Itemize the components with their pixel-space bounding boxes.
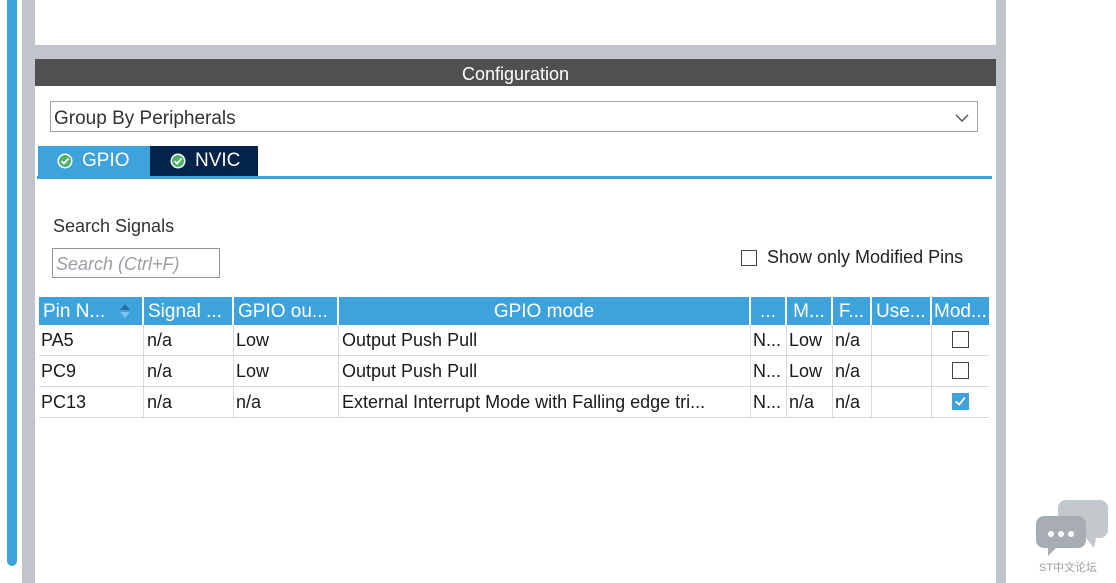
tab-nvic[interactable]: NVIC	[150, 146, 258, 176]
configuration-title: Configuration	[461, 64, 570, 84]
cell-gpio-mode: External Interrupt Mode with Falling edg…	[339, 387, 751, 417]
panel-divider-right	[996, 0, 1006, 583]
tab-nvic-label: NVIC	[195, 150, 241, 171]
column-header-max-speed[interactable]: M...	[787, 297, 833, 325]
cell-user-label	[872, 387, 932, 417]
cell-pin-name: PC13	[39, 387, 144, 417]
column-header-pull[interactable]: ...	[751, 297, 787, 325]
cell-fast-mode: n/a	[833, 387, 872, 417]
cell-gpio-output: n/a	[234, 387, 339, 417]
configuration-panel: Group By Peripherals GPIO NVIC Search Si…	[35, 86, 996, 583]
column-header-label: GPIO mode	[493, 301, 595, 322]
cell-pull: N...	[751, 356, 787, 386]
column-header-gpio-output[interactable]: GPIO ou...	[234, 297, 339, 325]
checkmark-icon	[955, 396, 966, 406]
cell-fast-mode: n/a	[833, 356, 872, 386]
cell-pull: N...	[751, 325, 787, 355]
search-input[interactable]: Search (Ctrl+F)	[52, 248, 220, 278]
cell-pin-name: PA5	[39, 325, 144, 355]
upper-panel	[35, 0, 996, 45]
tab-gpio-label: GPIO	[82, 150, 130, 171]
scrollbar-thumb[interactable]	[7, 0, 17, 566]
table-row[interactable]: PC9 n/a Low Output Push Pull N... Low n/…	[39, 356, 989, 387]
cell-max-speed: n/a	[787, 387, 833, 417]
column-header-label: Mod...	[934, 301, 987, 322]
tab-gpio[interactable]: GPIO	[38, 146, 150, 176]
check-circle-icon	[57, 153, 73, 169]
search-placeholder: Search (Ctrl+F)	[56, 254, 180, 274]
column-header-modified[interactable]: Mod...	[932, 297, 989, 325]
column-header-gpio-mode[interactable]: GPIO mode	[339, 297, 751, 325]
column-header-label: F...	[838, 301, 865, 322]
modified-checkbox[interactable]	[952, 331, 969, 348]
cell-user-label	[872, 325, 932, 355]
cell-signal: n/a	[144, 356, 234, 386]
modified-checkbox[interactable]	[952, 362, 969, 379]
chevron-down-icon	[955, 114, 969, 123]
table-row[interactable]: PA5 n/a Low Output Push Pull N... Low n/…	[39, 325, 989, 356]
cell-fast-mode: n/a	[833, 325, 872, 355]
cell-gpio-mode: Output Push Pull	[339, 325, 751, 355]
sort-icon	[120, 304, 130, 318]
table-row[interactable]: PC13 n/a n/a External Interrupt Mode wit…	[39, 387, 989, 418]
configuration-header: Configuration	[35, 59, 996, 86]
show-modified-checkbox[interactable]	[741, 250, 757, 266]
panel-divider	[22, 0, 35, 583]
cell-modified	[932, 356, 989, 386]
group-by-value: Group By Peripherals	[54, 108, 236, 129]
cell-gpio-mode: Output Push Pull	[339, 356, 751, 386]
cell-user-label	[872, 356, 932, 386]
cell-signal: n/a	[144, 387, 234, 417]
cell-pull: N...	[751, 387, 787, 417]
group-by-dropdown[interactable]: Group By Peripherals	[50, 101, 978, 132]
cell-gpio-output: Low	[234, 356, 339, 386]
cell-modified	[932, 325, 989, 355]
cell-modified	[932, 387, 989, 417]
check-circle-icon	[170, 153, 186, 169]
column-header-signal[interactable]: Signal ...	[144, 297, 234, 325]
show-modified-label: Show only Modified Pins	[767, 247, 964, 267]
column-header-user-label[interactable]: Use...	[872, 297, 932, 325]
cell-pin-name: PC9	[39, 356, 144, 386]
table-header: Pin N... Signal ... GPIO ou... GPIO mode…	[39, 297, 989, 325]
chat-bubbles-icon	[1036, 500, 1108, 556]
column-header-label: GPIO ou...	[238, 301, 328, 322]
column-header-fast-mode[interactable]: F...	[833, 297, 872, 325]
left-scrollbar[interactable]	[0, 0, 22, 583]
column-header-label: Use...	[876, 301, 926, 322]
cell-gpio-output: Low	[234, 325, 339, 355]
column-header-label: ...	[760, 301, 776, 322]
pin-table: Pin N... Signal ... GPIO ou... GPIO mode…	[39, 297, 989, 418]
modified-checkbox[interactable]	[952, 393, 969, 410]
column-header-pin-name[interactable]: Pin N...	[39, 297, 144, 325]
search-signals-label: Search Signals	[53, 216, 175, 236]
cell-signal: n/a	[144, 325, 234, 355]
forum-watermark: ST中文论坛	[1036, 498, 1110, 578]
watermark-text: ST中文论坛	[1039, 562, 1098, 574]
column-header-label: Signal ...	[148, 301, 222, 322]
splitter[interactable]	[35, 45, 996, 59]
column-header-label: Pin N...	[43, 301, 106, 322]
column-header-label: M...	[793, 301, 825, 322]
tab-underline	[37, 176, 992, 179]
cell-max-speed: Low	[787, 325, 833, 355]
cell-max-speed: Low	[787, 356, 833, 386]
